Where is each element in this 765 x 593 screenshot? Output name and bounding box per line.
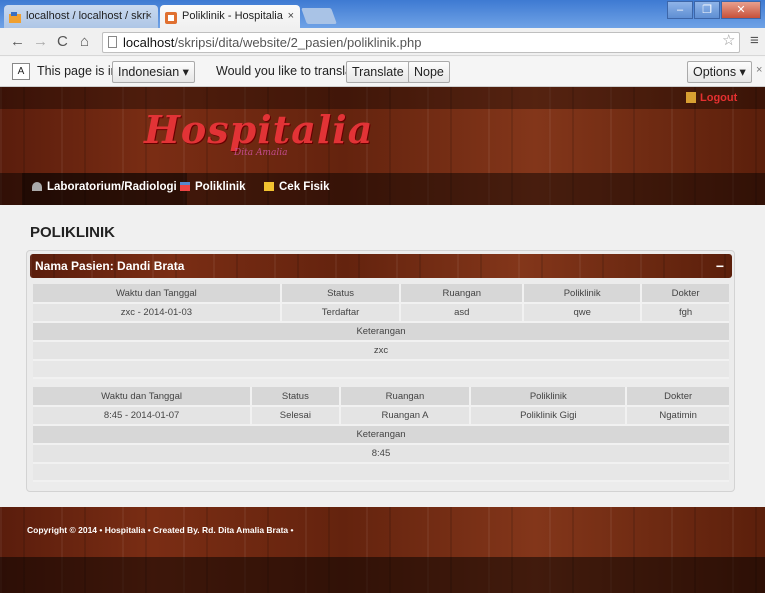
- column-header: Status: [251, 387, 341, 407]
- column-header: Waktu dan Tanggal: [33, 387, 253, 407]
- spacer-cell: [33, 463, 729, 482]
- record-table-1: Waktu dan Tanggal Status Ruangan Polikli…: [33, 284, 729, 379]
- restore-icon[interactable]: ❐: [694, 1, 720, 19]
- new-tab-button[interactable]: [301, 8, 337, 24]
- collapse-icon[interactable]: −: [716, 254, 724, 278]
- copyright-text: Copyright © 2014 • Hospitalia • Created …: [27, 525, 294, 535]
- top-strip: [0, 87, 765, 109]
- tab-poliklinik[interactable]: Poliklinik - Hospitalia ×: [160, 5, 300, 28]
- main-content: POLIKLINIK Nama Pasien: Dandi Brata − Wa…: [0, 205, 765, 507]
- table-cell: fgh: [641, 303, 729, 323]
- keterangan-header-row: Keterangan: [33, 322, 729, 342]
- chrome-menu-icon[interactable]: ≡: [750, 32, 759, 49]
- main-nav: Laboratorium/Radiologi Poliklinik Cek Fi…: [0, 173, 765, 205]
- close-translate-icon[interactable]: ×: [756, 64, 762, 76]
- table-header-row: Waktu dan Tanggal Status Ruangan Polikli…: [33, 387, 729, 407]
- column-header: Dokter: [626, 387, 729, 407]
- site-footer: Copyright © 2014 • Hospitalia • Created …: [0, 507, 765, 593]
- url-input[interactable]: localhost/skripsi/dita/website/2_pasien/…: [102, 32, 740, 53]
- url-path: /skripsi/dita/website/2_pasien/poliklini…: [174, 35, 422, 50]
- forward-icon[interactable]: →: [33, 33, 48, 51]
- reload-icon[interactable]: C: [57, 33, 68, 51]
- column-header: Ruangan: [400, 284, 525, 304]
- close-window-icon[interactable]: ✕: [721, 1, 761, 19]
- nope-button[interactable]: Nope: [408, 61, 450, 83]
- site-header: Logout Hospitalia Dita Amalia Laboratori…: [0, 87, 765, 205]
- nav-item-label: Poliklinik: [195, 181, 246, 193]
- nav-item-cek-fisik[interactable]: Cek Fisik: [264, 173, 330, 205]
- bookmark-star-icon[interactable]: ☆: [722, 31, 735, 49]
- column-header: Poliklinik: [523, 284, 643, 304]
- patient-panel: Nama Pasien: Dandi Brata − Waktu dan Tan…: [26, 250, 735, 492]
- site-logo[interactable]: Hospitalia: [144, 107, 373, 152]
- home-icon[interactable]: ⌂: [80, 33, 89, 51]
- lab-icon: [32, 182, 42, 191]
- column-header: Dokter: [641, 284, 729, 304]
- translate-bar: A This page is in Indonesian ▾ Would you…: [0, 57, 765, 87]
- table-cell: Ruangan A: [339, 406, 472, 426]
- nav-item-label: Cek Fisik: [279, 181, 330, 193]
- language-select[interactable]: Indonesian ▾: [112, 61, 195, 83]
- record-table-2: Waktu dan Tanggal Status Ruangan Polikli…: [33, 387, 729, 482]
- keterangan-value: zxc: [33, 341, 729, 361]
- table-header-row: Waktu dan Tanggal Status Ruangan Polikli…: [33, 284, 729, 304]
- table-row: 8:45 - 2014-01-07 Selesai Ruangan A Poli…: [33, 406, 729, 426]
- page-title: POLIKLINIK: [30, 224, 115, 241]
- column-header: Poliklinik: [470, 387, 628, 407]
- translate-text: This page is in: [37, 64, 118, 78]
- logout-link[interactable]: Logout: [700, 92, 737, 104]
- table-cell: asd: [400, 303, 525, 323]
- table-cell: Selesai: [251, 406, 341, 426]
- keterangan-row: 8:45: [33, 444, 729, 464]
- table-cell: Ngatimin: [626, 406, 729, 426]
- browser-titlebar: localhost / localhost / skri × Poliklini…: [0, 0, 765, 28]
- keterangan-value: 8:45: [33, 444, 729, 464]
- logo-subtitle: Dita Amalia: [234, 148, 288, 158]
- back-icon[interactable]: ←: [10, 33, 25, 51]
- nav-item-label: Laboratorium/Radiologi: [47, 181, 177, 193]
- document-icon: [264, 182, 274, 191]
- keterangan-header: Keterangan: [33, 322, 729, 342]
- table-cell: zxc - 2014-01-03: [33, 303, 282, 323]
- spacer-row: [33, 463, 729, 482]
- table-cell: Poliklinik Gigi: [470, 406, 628, 426]
- keterangan-row: zxc: [33, 341, 729, 361]
- tab-phpmyadmin[interactable]: localhost / localhost / skri ×: [4, 5, 158, 28]
- page-icon: [108, 36, 117, 48]
- translate-icon: A: [12, 63, 30, 80]
- keterangan-header: Keterangan: [33, 425, 729, 445]
- spacer-cell: [33, 360, 729, 379]
- nav-item-laboratorium[interactable]: Laboratorium/Radiologi: [22, 173, 187, 205]
- address-bar: ← → C ⌂ localhost/skripsi/dita/website/2…: [0, 28, 765, 56]
- column-header: Status: [280, 284, 402, 304]
- minimize-icon[interactable]: –: [667, 1, 693, 19]
- column-header: Waktu dan Tanggal: [33, 284, 282, 304]
- tab-label: localhost / localhost / skri: [26, 10, 149, 22]
- nav-item-poliklinik[interactable]: Poliklinik: [180, 173, 246, 205]
- logout-icon[interactable]: [686, 92, 696, 103]
- keterangan-header-row: Keterangan: [33, 425, 729, 445]
- panel-header: Nama Pasien: Dandi Brata −: [30, 254, 732, 278]
- tab-label: Poliklinik - Hospitalia: [182, 10, 283, 22]
- table-cell: Terdaftar: [280, 303, 402, 323]
- tab-close-icon[interactable]: ×: [288, 5, 294, 27]
- translate-button[interactable]: Translate: [346, 61, 410, 83]
- url-host: localhost: [123, 35, 175, 50]
- table-cell: 8:45 - 2014-01-07: [33, 406, 253, 426]
- column-header: Ruangan: [339, 387, 472, 407]
- table-cell: qwe: [523, 303, 643, 323]
- table-row: zxc - 2014-01-03 Terdaftar asd qwe fgh: [33, 303, 729, 323]
- phpmyadmin-icon: [9, 10, 21, 23]
- options-button[interactable]: Options ▾: [687, 61, 752, 83]
- hospitalia-favicon-icon: [165, 10, 177, 24]
- spacer-row: [33, 360, 729, 379]
- tab-close-icon[interactable]: ×: [146, 5, 152, 27]
- footer-band: [0, 557, 765, 593]
- patient-name: Nama Pasien: Dandi Brata: [35, 259, 185, 273]
- window-controls: – ❐ ✕: [666, 1, 761, 19]
- calendar-icon: [180, 182, 190, 191]
